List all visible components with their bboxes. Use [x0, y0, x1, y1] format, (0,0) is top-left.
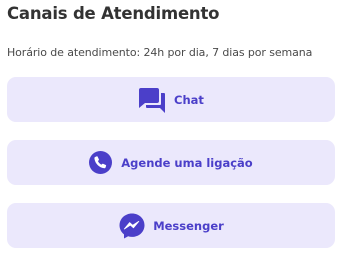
messenger-label: Messenger — [153, 218, 224, 233]
schedule-call-button[interactable]: Agende uma ligação — [7, 140, 335, 185]
chat-button[interactable]: Chat — [7, 77, 335, 122]
chat-label: Chat — [174, 92, 204, 107]
messenger-icon — [118, 212, 146, 240]
messenger-button[interactable]: Messenger — [7, 203, 335, 248]
chat-bubbles-icon — [138, 87, 166, 114]
phone-icon — [89, 151, 113, 174]
schedule-call-label: Agende uma ligação — [121, 155, 253, 170]
service-hours-text: Horário de atendimento: 24h por dia, 7 d… — [7, 46, 313, 59]
page-title: Canais de Atendimento — [7, 4, 220, 23]
